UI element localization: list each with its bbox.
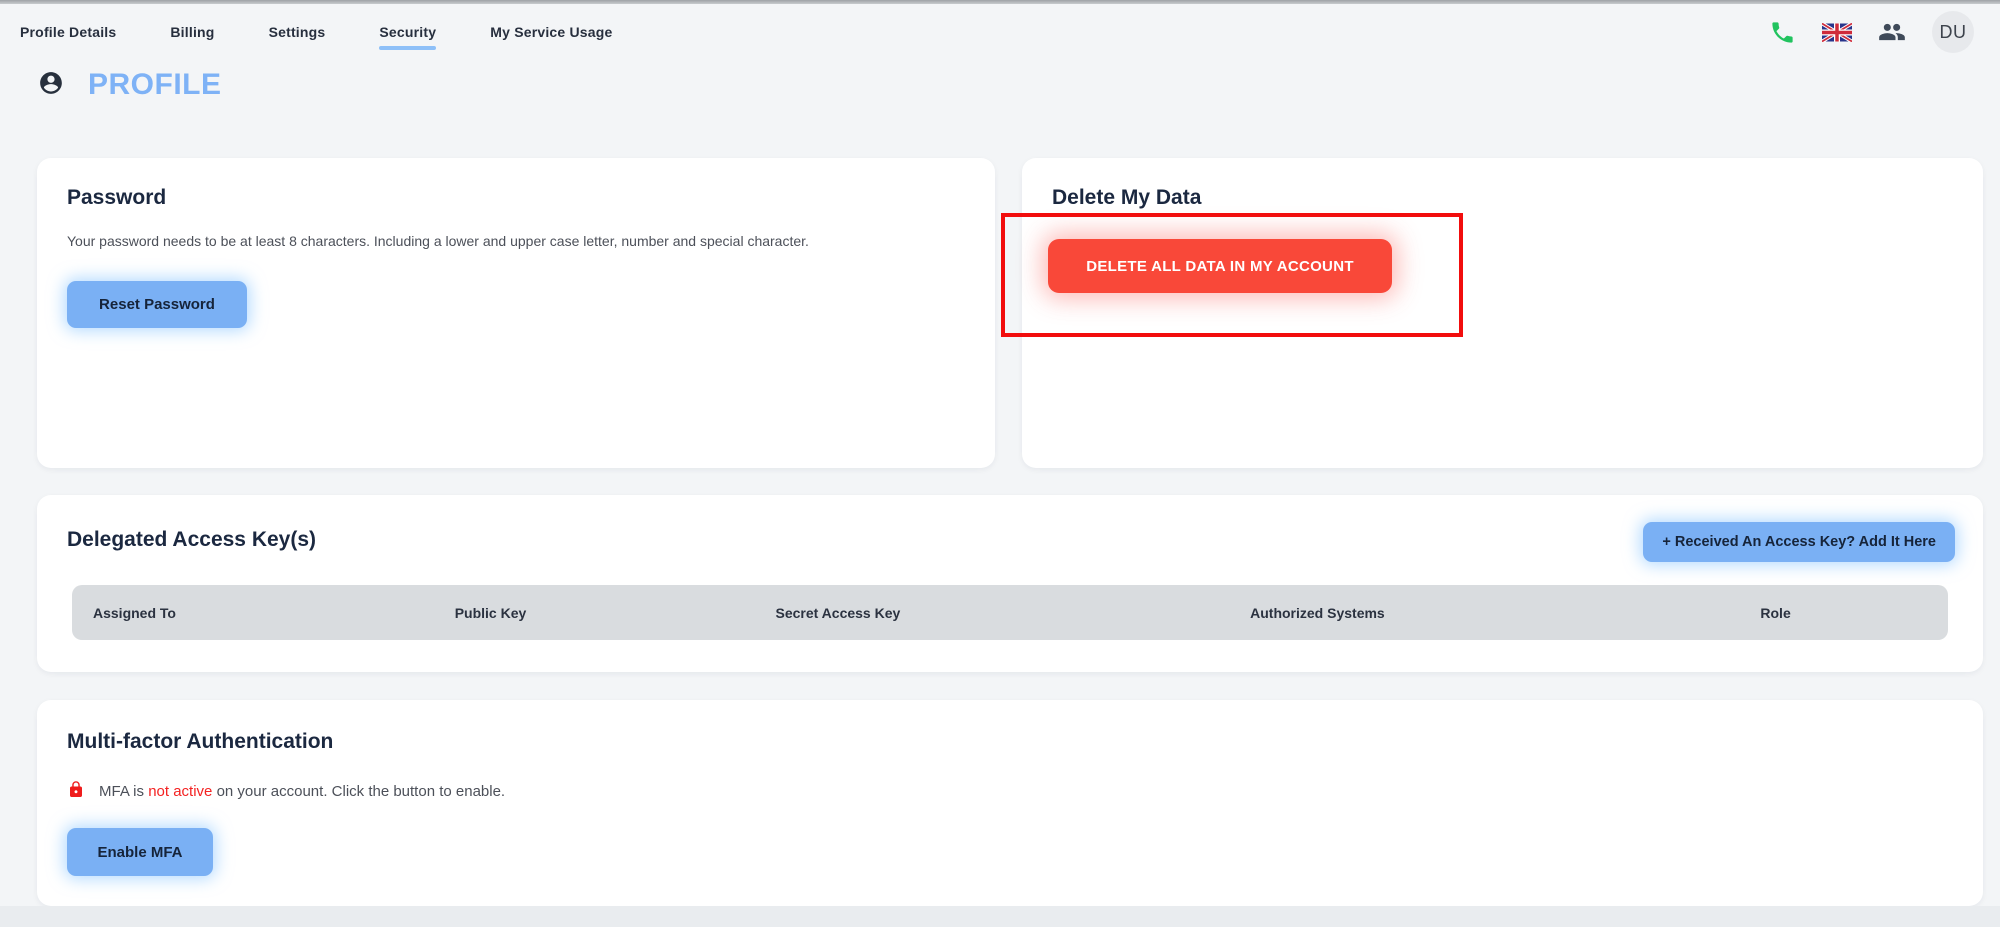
- user-avatar[interactable]: DU: [1932, 11, 1974, 53]
- mfa-status-text: MFA is not active on your account. Click…: [99, 783, 505, 800]
- reset-password-button[interactable]: Reset Password: [67, 281, 247, 328]
- mfa-status-row: MFA is not active on your account. Click…: [67, 779, 1953, 804]
- delete-card-title: Delete My Data: [1052, 186, 1953, 210]
- password-card-title: Password: [67, 186, 965, 210]
- enable-mfa-button[interactable]: Enable MFA: [67, 828, 213, 876]
- nav-icons: DU: [1769, 11, 1974, 53]
- page-title-row: PROFILE: [38, 68, 222, 102]
- column-header-secret-access-key: Secret Access Key: [776, 605, 901, 621]
- users-icon[interactable]: [1878, 18, 1906, 46]
- phone-icon[interactable]: [1769, 19, 1796, 46]
- column-header-assigned-to: Assigned To: [93, 605, 176, 621]
- mfa-card-title: Multi-factor Authentication: [67, 730, 1953, 754]
- delete-data-card: Delete My Data DELETE ALL DATA IN MY ACC…: [1022, 158, 1983, 468]
- uk-flag-icon[interactable]: [1822, 23, 1852, 42]
- access-keys-title: Delegated Access Key(s): [67, 528, 316, 552]
- footer-strip: [0, 906, 2000, 927]
- tab-profile-details[interactable]: Profile Details: [18, 18, 118, 46]
- tab-billing[interactable]: Billing: [168, 18, 216, 46]
- tab-settings[interactable]: Settings: [267, 18, 328, 46]
- tab-security[interactable]: Security: [377, 18, 438, 46]
- lock-icon: [67, 779, 85, 804]
- password-card: Password Your password needs to be at le…: [37, 158, 995, 468]
- delete-all-data-button[interactable]: DELETE ALL DATA IN MY ACCOUNT: [1048, 239, 1392, 293]
- mfa-status-not-active: not active: [148, 783, 212, 800]
- page-title: PROFILE: [88, 68, 222, 102]
- column-header-role: Role: [1760, 605, 1790, 621]
- password-requirements-text: Your password needs to be at least 8 cha…: [67, 233, 965, 249]
- tab-my-service-usage[interactable]: My Service Usage: [488, 18, 614, 46]
- top-navbar: Profile Details Billing Settings Securit…: [0, 4, 2000, 60]
- column-header-authorized-systems: Authorized Systems: [1250, 605, 1385, 621]
- column-header-public-key: Public Key: [455, 605, 527, 621]
- add-access-key-button[interactable]: + Received An Access Key? Add It Here: [1643, 522, 1955, 562]
- nav-tabs: Profile Details Billing Settings Securit…: [18, 18, 615, 46]
- profile-person-icon: [38, 70, 64, 101]
- access-keys-table-header: Assigned To Public Key Secret Access Key…: [72, 585, 1948, 640]
- mfa-card: Multi-factor Authentication MFA is not a…: [37, 700, 1983, 906]
- security-settings-page: Profile Details Billing Settings Securit…: [0, 0, 2000, 927]
- access-keys-card: Delegated Access Key(s) + Received An Ac…: [37, 495, 1983, 672]
